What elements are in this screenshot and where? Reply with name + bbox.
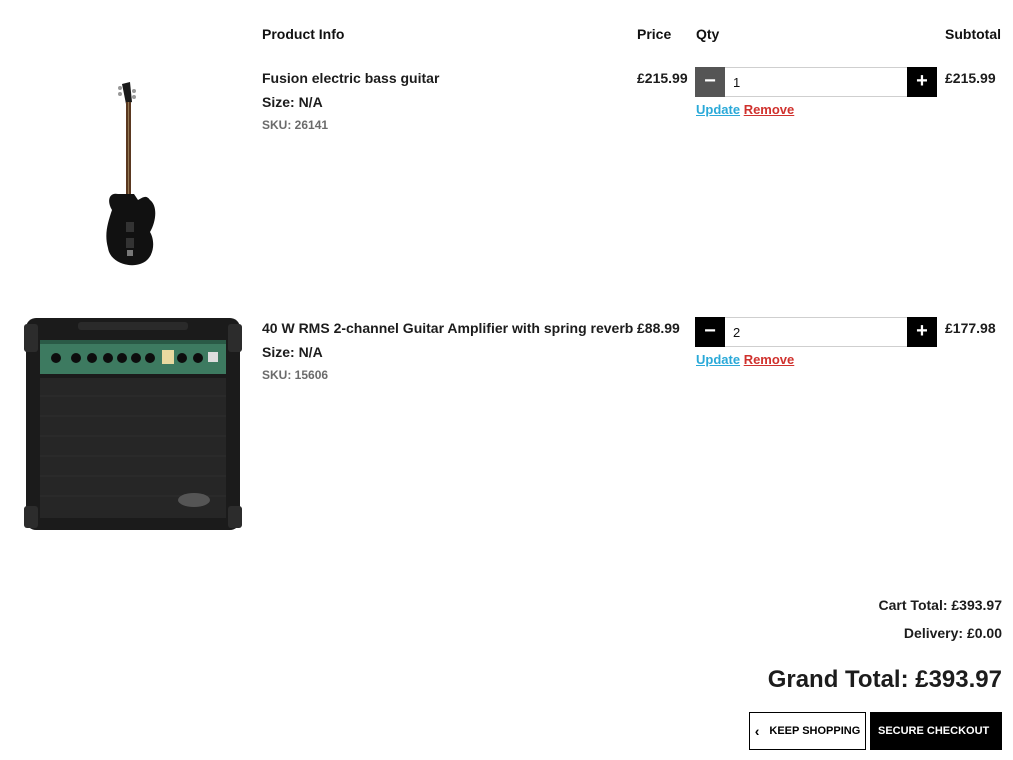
product-name[interactable]: Fusion electric bass guitar: [262, 70, 439, 86]
quantity-input[interactable]: [725, 67, 907, 97]
product-size: Size: N/A: [262, 94, 323, 110]
quantity-input[interactable]: [725, 317, 907, 347]
header-subtotal: Subtotal: [945, 26, 1001, 42]
product-name[interactable]: 40 W RMS 2-channel Guitar Amplifier with…: [262, 320, 633, 336]
update-link[interactable]: Update: [696, 352, 740, 367]
guitar-amplifier-image[interactable]: [24, 316, 242, 532]
quantity-stepper: − +: [695, 67, 937, 97]
decrease-qty-button[interactable]: −: [695, 317, 725, 347]
remove-link[interactable]: Remove: [744, 102, 795, 117]
item-actions: Update Remove: [696, 352, 794, 367]
increase-qty-button[interactable]: +: [907, 317, 937, 347]
product-sku: SKU: 15606: [262, 368, 329, 382]
secure-checkout-button[interactable]: SECURE CHECKOUT: [870, 712, 1002, 750]
update-link[interactable]: Update: [696, 102, 740, 117]
keep-shopping-button[interactable]: ‹ KEEP SHOPPING: [749, 712, 866, 750]
product-sku: SKU: 26141: [262, 118, 329, 132]
product-subtotal: £215.99: [945, 70, 996, 86]
secure-checkout-label: SECURE CHECKOUT: [878, 725, 990, 737]
header-product-info: Product Info: [262, 26, 345, 42]
cart-total: Cart Total: £393.97: [878, 597, 1002, 613]
header-price: Price: [637, 26, 672, 42]
header-qty: Qty: [696, 26, 720, 42]
chevron-left-icon: ‹: [754, 723, 760, 739]
grand-total: Grand Total: £393.97: [767, 666, 1002, 693]
remove-link[interactable]: Remove: [744, 352, 795, 367]
product-size: Size: N/A: [262, 344, 323, 360]
product-price: £88.99: [637, 320, 680, 336]
decrease-qty-button[interactable]: −: [695, 67, 725, 97]
bass-guitar-image[interactable]: [100, 82, 160, 270]
item-actions: Update Remove: [696, 102, 794, 117]
increase-qty-button[interactable]: +: [907, 67, 937, 97]
keep-shopping-label: KEEP SHOPPING: [769, 725, 861, 737]
delivery-total: Delivery: £0.00: [903, 625, 1002, 641]
product-price: £215.99: [637, 70, 688, 86]
quantity-stepper: − +: [695, 317, 937, 347]
product-subtotal: £177.98: [945, 320, 996, 336]
